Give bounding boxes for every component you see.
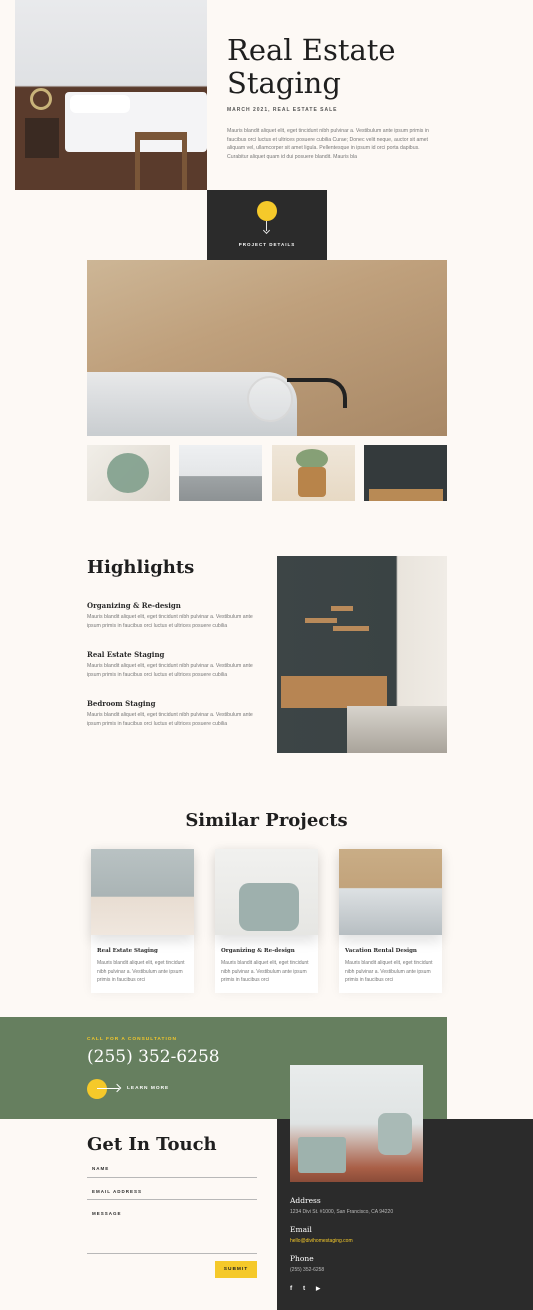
email-field[interactable] (87, 1199, 257, 1200)
gallery-main-image (87, 260, 447, 436)
gallery-thumb-4[interactable] (364, 445, 447, 501)
project-card-1[interactable]: Real Estate Staging Mauris blandit aliqu… (91, 849, 194, 993)
project-card-image (215, 849, 318, 935)
highlight-text-1: Mauris blandit aliquet elit, eget tincid… (87, 614, 253, 629)
yellow-dot-icon[interactable] (87, 1079, 107, 1099)
email-label: EMAIL ADDRESS (92, 1189, 143, 1194)
page-title: Real Estate Staging (227, 34, 487, 100)
address-value: 1234 Divi St. #1000, San Francisco, CA 9… (290, 1209, 394, 1215)
project-card-text: Mauris blandit aliquet elit, eget tincid… (221, 960, 309, 983)
project-card-title: Real Estate Staging (97, 948, 158, 954)
submit-button[interactable]: SUBMIT (215, 1261, 257, 1278)
project-card-text: Mauris blandit aliquet elit, eget tincid… (97, 960, 185, 983)
project-card-text: Mauris blandit aliquet elit, eget tincid… (345, 960, 433, 983)
project-card-2[interactable]: Organizing & Re-design Mauris blandit al… (215, 849, 318, 993)
email-link[interactable]: hello@divihomestaging.com (290, 1238, 353, 1244)
address-heading: Address (290, 1196, 321, 1205)
message-label: MESSAGE (92, 1211, 122, 1216)
get-in-touch-title: Get In Touch (87, 1134, 217, 1155)
highlight-text-2: Mauris blandit aliquet elit, eget tincid… (87, 663, 253, 678)
page-title-line-1: Real Estate (227, 33, 396, 67)
contact-living-room-image (290, 1065, 423, 1182)
facebook-icon[interactable]: f (290, 1285, 292, 1292)
message-field[interactable] (87, 1253, 257, 1254)
highlight-heading-2: Real Estate Staging (87, 650, 165, 659)
project-details-label: PROJECT DETAILS (238, 242, 296, 247)
hero-bedroom-image (15, 0, 207, 190)
project-intro: Mauris blandit aliquet elit, eget tincid… (227, 128, 429, 160)
name-field[interactable] (87, 1177, 257, 1178)
yellow-dot-icon (257, 201, 277, 221)
highlight-text-3: Mauris blandit aliquet elit, eget tincid… (87, 712, 253, 727)
project-card-image (91, 849, 194, 935)
consultation-phone[interactable]: (255) 352-6258 (87, 1047, 220, 1067)
highlights-title: Highlights (87, 557, 195, 578)
phone-value: (255) 352-6258 (290, 1267, 325, 1273)
highlight-heading-1: Organizing & Re-design (87, 601, 181, 610)
highlight-heading-3: Bedroom Staging (87, 699, 156, 708)
project-meta: MARCH 2021, REAL ESTATE SALE (227, 107, 338, 113)
learn-more-link[interactable]: LEARN MORE (127, 1086, 169, 1091)
project-card-3[interactable]: Vacation Rental Design Mauris blandit al… (339, 849, 442, 993)
page-title-line-2: Staging (227, 66, 341, 100)
email-heading: Email (290, 1225, 312, 1234)
gallery-thumb-2[interactable] (179, 445, 262, 501)
project-details-button[interactable]: PROJECT DETAILS (207, 190, 327, 260)
gallery-thumb-3[interactable] (272, 445, 355, 501)
project-card-title: Organizing & Re-design (221, 948, 295, 954)
project-card-title: Vacation Rental Design (345, 948, 417, 954)
twitter-icon[interactable]: t (303, 1285, 305, 1292)
consultation-label: CALL FOR A CONSULTATION (87, 1037, 177, 1042)
youtube-icon[interactable]: ▶ (316, 1286, 320, 1292)
gallery-thumb-1[interactable] (87, 445, 170, 501)
project-card-image (339, 849, 442, 935)
name-label: NAME (92, 1166, 110, 1171)
phone-heading: Phone (290, 1254, 314, 1263)
highlights-image (277, 556, 447, 753)
similar-projects-title: Similar Projects (185, 810, 348, 831)
